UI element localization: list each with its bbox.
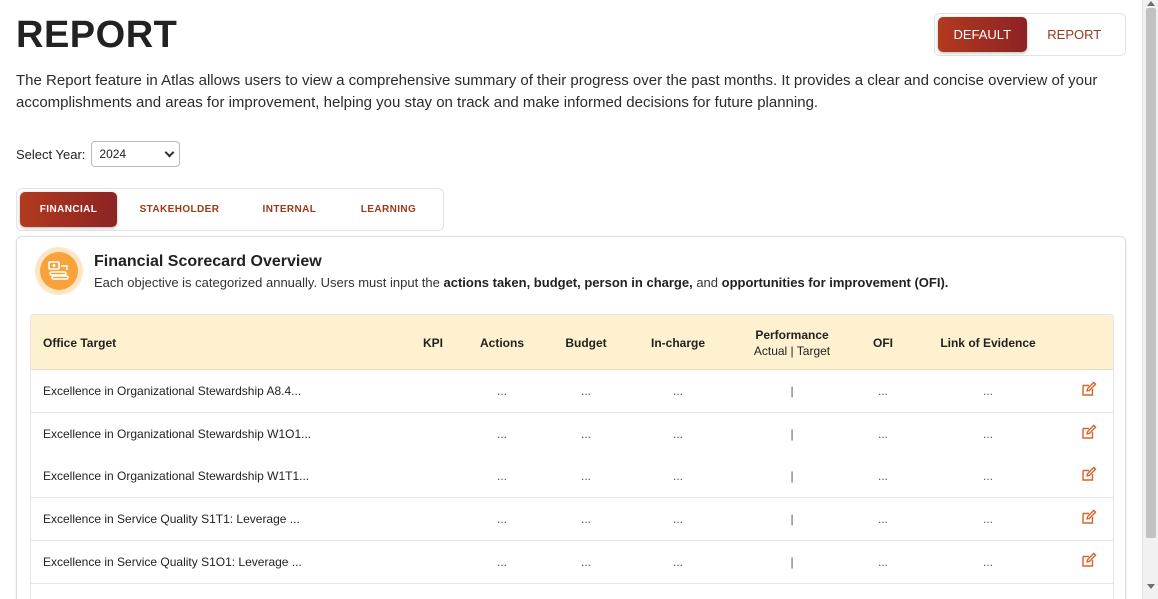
header-performance: Performance Actual | Target (742, 315, 842, 370)
scorecard-tabs: FINANCIAL STAKEHOLDER INTERNAL LEARNING (16, 188, 444, 231)
ofi-cell: ... (877, 384, 888, 398)
card-subtitle-bold-2: opportunities for improvement (OFI). (721, 275, 949, 290)
tab-internal[interactable]: INTERNAL (242, 192, 337, 227)
table-row: Excellence in Service Quality S1T1: Leve… (31, 498, 1113, 542)
card-subtitle-bold-1: actions taken, budget, person in charge, (443, 275, 693, 290)
office-target-cell: Excellence in Organizational Stewardship… (43, 426, 312, 441)
header-kpi: KPI (422, 335, 443, 350)
performance-cell: | (790, 384, 794, 398)
report-page: REPORT DEFAULT REPORT The Report feature… (0, 0, 1142, 599)
table-row: Excellence in Organizational Stewardship… (31, 370, 1113, 413)
view-toggle: DEFAULT REPORT (934, 13, 1126, 56)
link-cell: ... (982, 554, 993, 569)
year-label: Select Year: (16, 146, 86, 162)
header-performance-label: Performance (755, 327, 829, 342)
in-charge-cell: ... (672, 469, 683, 484)
header-link-of-evidence: Link of Evidence (940, 335, 1036, 350)
card-subtitle-text-2: and (692, 275, 722, 290)
tab-financial[interactable]: FINANCIAL (20, 192, 118, 227)
edit-icon[interactable] (1081, 466, 1097, 482)
performance-cell: | (790, 512, 794, 527)
in-charge-cell: ... (672, 512, 683, 527)
performance-cell: | (790, 554, 794, 569)
budget-cell: ... (580, 554, 591, 569)
actions-cell: ... (496, 384, 507, 398)
edit-icon[interactable] (1081, 424, 1097, 440)
budget-cell: ... (580, 512, 591, 527)
office-target-cell: Excellence in Organizational Stewardship… (43, 469, 310, 484)
scroll-up-arrow-icon[interactable] (1147, 1, 1155, 6)
link-cell: ... (982, 469, 993, 484)
edit-icon[interactable] (1081, 509, 1097, 525)
ofi-cell: ... (877, 512, 888, 527)
table-row: Excellence in Service Quality S1O1: Leve… (31, 540, 1113, 584)
budget-cell: ... (580, 426, 591, 441)
financial-scorecard-card: Financial Scorecard Overview Each object… (16, 236, 1126, 599)
edit-icon[interactable] (1081, 552, 1097, 568)
in-charge-cell: ... (672, 384, 683, 398)
page-title: REPORT (16, 14, 178, 56)
card-subtitle-text-1: Each objective is categorized annually. … (94, 275, 444, 290)
money-coins-icon (35, 247, 83, 295)
page-scrollbar[interactable] (1142, 0, 1158, 599)
in-charge-cell: ... (672, 554, 683, 569)
card-title: Financial Scorecard Overview (94, 253, 322, 270)
year-select-value: 2024 (99, 147, 127, 161)
in-charge-cell: ... (672, 426, 683, 441)
scroll-down-arrow-icon[interactable] (1147, 584, 1155, 589)
actions-cell: ... (496, 426, 507, 441)
performance-cell: | (790, 426, 794, 441)
budget-cell: ... (580, 384, 591, 398)
header-performance-sub: Actual | Target (753, 343, 831, 358)
chevron-down-icon (164, 147, 175, 157)
link-cell: ... (982, 426, 993, 441)
year-selector-row: Select Year: 2024 (16, 141, 181, 167)
table-header: Office Target KPI Actions Budget In-char… (31, 315, 1113, 370)
report-view-button[interactable]: REPORT (1027, 17, 1122, 52)
office-target-cell: Excellence in Service Quality S1T1: Leve… (43, 512, 300, 527)
edit-icon[interactable] (1081, 381, 1097, 397)
page-description: The Report feature in Atlas allows users… (16, 72, 1098, 111)
ofi-cell: ... (877, 469, 888, 484)
header-ofi: OFI (873, 335, 893, 350)
table-row: Excellence in Organizational Stewardship… (31, 412, 1113, 456)
year-select[interactable]: 2024 (91, 141, 181, 167)
default-view-button[interactable]: DEFAULT (938, 17, 1027, 52)
header-actions: Actions (479, 335, 524, 350)
link-cell: ... (982, 512, 993, 527)
scorecard-table: Office Target KPI Actions Budget In-char… (30, 314, 1114, 599)
ofi-cell: ... (877, 554, 888, 569)
actions-cell: ... (496, 512, 507, 527)
ofi-cell: ... (877, 426, 888, 441)
header-in-charge: In-charge (650, 335, 705, 350)
performance-cell: | (790, 469, 794, 484)
budget-cell: ... (580, 469, 591, 484)
header-office-target: Office Target (43, 335, 117, 350)
tab-stakeholder[interactable]: STAKEHOLDER (117, 192, 242, 227)
actions-cell: ... (496, 469, 507, 484)
office-target-cell: Excellence in Service Quality S1O1: Leve… (43, 554, 302, 569)
header-budget: Budget (565, 335, 607, 350)
actions-cell: ... (496, 554, 507, 569)
office-target-cell: Excellence in Organizational Stewardship… (43, 384, 302, 398)
scrollbar-thumb[interactable] (1146, 8, 1156, 538)
card-subtitle: Each objective is categorized annually. … (94, 275, 948, 290)
tab-learning[interactable]: LEARNING (337, 192, 440, 227)
money-coins-icon-glyph (48, 261, 69, 280)
link-cell: ... (982, 384, 993, 398)
table-row: Excellence in Organizational Stewardship… (31, 455, 1113, 499)
